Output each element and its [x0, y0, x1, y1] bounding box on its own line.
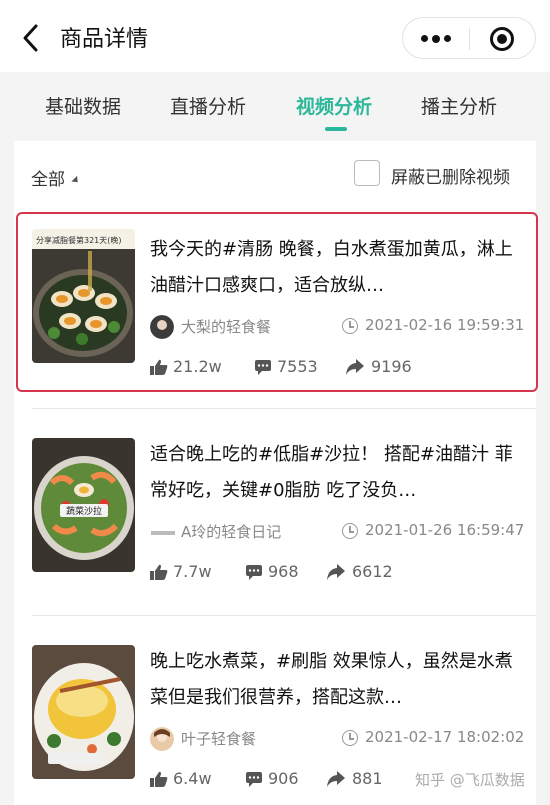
more-dots-icon[interactable] [421, 34, 451, 43]
author-name[interactable]: 大梨的轻食餐 [181, 316, 271, 337]
publish-time: 2021-01-26 16:59:47 [365, 521, 525, 539]
clock-icon [342, 730, 358, 746]
hide-deleted-checkbox[interactable] [354, 160, 380, 186]
like-count: 21.2w [173, 357, 222, 376]
tab-streamer-analysis[interactable]: 播主分析 [421, 92, 497, 119]
video-thumbnail[interactable]: 分享减脂餐第321天(晚) [32, 229, 135, 363]
tab-video-analysis[interactable]: 视频分析 [296, 92, 372, 119]
divider [32, 615, 536, 616]
publish-time: 2021-02-17 18:02:02 [365, 728, 525, 746]
comment-count: 968 [268, 562, 299, 581]
capsule-divider [469, 28, 470, 50]
thumbs-up-icon [150, 359, 168, 375]
hide-deleted-label[interactable]: 屏蔽已删除视频 [391, 163, 510, 188]
mini-program-capsule [402, 17, 536, 59]
video-description[interactable]: 晚上吃水煮菜，#刷脂 效果惊人，虽然是水煮菜但是我们很营养，搭配这款… [150, 644, 525, 718]
video-thumbnail[interactable]: 蔬菜沙拉 [32, 438, 135, 572]
thumb-caption: 分享减脂餐第321天(晚) [36, 235, 122, 245]
author-avatar[interactable] [150, 727, 174, 751]
back-arrow-icon[interactable] [18, 22, 46, 54]
like-count: 6.4w [173, 769, 212, 788]
share-icon [327, 564, 345, 580]
author-avatar[interactable] [150, 526, 176, 540]
share-icon [346, 359, 364, 375]
share-count: 6612 [352, 562, 393, 581]
page-title: 商品详情 [60, 27, 149, 52]
publish-time: 2021-02-16 19:59:31 [365, 316, 525, 334]
top-bar: 商品详情 [0, 0, 550, 72]
video-list-panel: 全部 屏蔽已删除视频 分享减脂餐第321天(晚) 我今天的#清肠 晚餐，白水煮蛋… [14, 141, 538, 805]
comment-icon [246, 565, 262, 580]
clock-icon [342, 523, 358, 539]
filter-dropdown[interactable]: 全部 [31, 165, 65, 190]
author-name[interactable]: A玲的轻食日记 [181, 521, 281, 542]
thumb-caption: 蔬菜沙拉 [66, 505, 102, 517]
author-name[interactable]: 叶子轻食餐 [181, 728, 256, 749]
tab-basic-data[interactable]: 基础数据 [45, 92, 121, 119]
video-thumbnail[interactable] [32, 645, 135, 779]
author-avatar[interactable] [150, 315, 174, 339]
active-tab-indicator [325, 127, 347, 131]
thumbs-up-icon [150, 771, 168, 787]
share-count: 881 [352, 769, 383, 788]
target-circle-icon[interactable] [490, 27, 514, 51]
video-description[interactable]: 我今天的#清肠 晚餐，白水煮蛋加黄瓜，淋上油醋汁口感爽口，适合放纵… [150, 232, 525, 306]
share-count: 9196 [371, 357, 412, 376]
boiled-vegetables-image [32, 645, 135, 779]
like-count: 7.7w [173, 562, 212, 581]
comment-icon [246, 772, 262, 787]
video-card[interactable]: 分享减脂餐第321天(晚) 我今天的#清肠 晚餐，白水煮蛋加黄瓜，淋上油醋汁口感… [16, 212, 538, 392]
comment-icon [255, 360, 271, 375]
watermark: 知乎 @飞瓜数据 [415, 771, 525, 789]
thumbs-up-icon [150, 564, 168, 580]
clock-icon [342, 318, 358, 334]
shrimp-salad-image: 蔬菜沙拉 [32, 438, 135, 572]
tab-bar: 基础数据 直播分析 视频分析 播主分析 [0, 72, 550, 138]
salad-egg-image: 分享减脂餐第321天(晚) [32, 229, 135, 357]
share-icon [327, 771, 345, 787]
comment-count: 906 [268, 769, 299, 788]
dropdown-arrow-icon [71, 175, 81, 186]
tab-live-analysis[interactable]: 直播分析 [170, 92, 246, 119]
video-description[interactable]: 适合晚上吃的#低脂#沙拉！ 搭配#油醋汁 菲常好吃，关键#0脂肪 吃了没负… [150, 437, 525, 511]
video-card[interactable]: 蔬菜沙拉 适合晚上吃的#低脂#沙拉！ 搭配#油醋汁 菲常好吃，关键#0脂肪 吃了… [18, 419, 540, 599]
divider [32, 408, 536, 409]
comment-count: 7553 [277, 357, 318, 376]
